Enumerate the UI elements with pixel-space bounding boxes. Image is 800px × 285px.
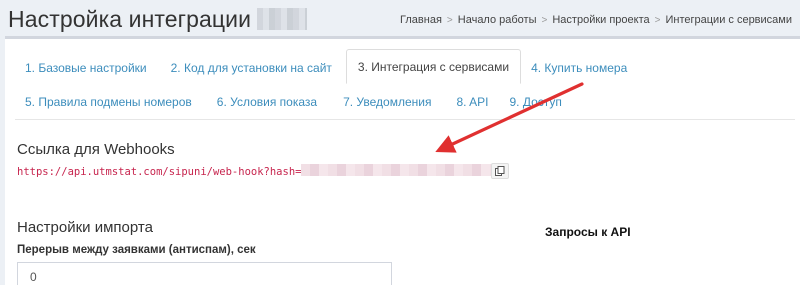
api-requests-label: Запросы к API bbox=[545, 225, 631, 239]
import-settings-title: Настройки импорта bbox=[17, 219, 153, 236]
page-title: Настройка интеграции bbox=[8, 6, 308, 33]
redacted-hash bbox=[301, 164, 492, 176]
webhook-url[interactable]: https://api.utmstat.com/sipuni/web-hook?… bbox=[17, 164, 492, 178]
tab-service-integration[interactable]: 3. Интеграция с сервисами bbox=[345, 49, 522, 84]
page-header: Настройка интеграции Главная > Начало рабо… bbox=[0, 0, 800, 36]
tab-notifications[interactable]: 7. Уведомления bbox=[335, 86, 439, 118]
copy-button[interactable] bbox=[491, 163, 509, 179]
copy-icon bbox=[495, 166, 505, 176]
webhook-url-prefix: https://api.utmstat.com/sipuni/web-hook?… bbox=[17, 166, 302, 178]
antispam-input[interactable]: 0 bbox=[17, 262, 392, 285]
breadcrumb-separator-icon: > bbox=[446, 15, 453, 26]
breadcrumb: Главная > Начало работы > Настройки проекта >… bbox=[400, 14, 792, 26]
settings-panel: 1. Базовые настройки 2. Код для установк… bbox=[5, 36, 800, 285]
breadcrumb-separator-icon: > bbox=[654, 15, 661, 26]
breadcrumb-separator-icon: > bbox=[541, 15, 548, 26]
tab-api[interactable]: 8. API bbox=[448, 86, 496, 118]
tab-number-rules[interactable]: 5. Правила подмены номеров bbox=[17, 86, 200, 118]
breadcrumb-item-integrations: Интеграции с сервисами bbox=[665, 14, 792, 26]
tab-install-code[interactable]: 2. Код для установки на сайт bbox=[163, 52, 340, 84]
redacted-project-name bbox=[257, 8, 308, 30]
tab-buy-numbers[interactable]: 4. Купить номера bbox=[523, 52, 635, 84]
tab-access[interactable]: 9. Доступ bbox=[501, 86, 569, 118]
webhooks-title: Ссылка для Webhooks bbox=[17, 141, 175, 158]
breadcrumb-item-home[interactable]: Главная bbox=[400, 14, 442, 26]
tabs-row-1: 1. Базовые настройки 2. Код для установк… bbox=[15, 49, 635, 84]
breadcrumb-item-project-settings[interactable]: Настройки проекта bbox=[552, 14, 649, 26]
tabs-divider bbox=[15, 119, 795, 120]
antispam-label: Перерыв между заявками (антиспам), сек bbox=[17, 244, 256, 256]
page-title-text: Настройка интеграции bbox=[8, 6, 252, 32]
tabs-row-2: 5. Правила подмены номеров 6. Условия по… bbox=[15, 86, 570, 118]
tab-display-conditions[interactable]: 6. Условия показа bbox=[209, 86, 325, 118]
tab-basic-settings[interactable]: 1. Базовые настройки bbox=[17, 52, 155, 84]
breadcrumb-item-getting-started[interactable]: Начало работы bbox=[458, 14, 537, 26]
